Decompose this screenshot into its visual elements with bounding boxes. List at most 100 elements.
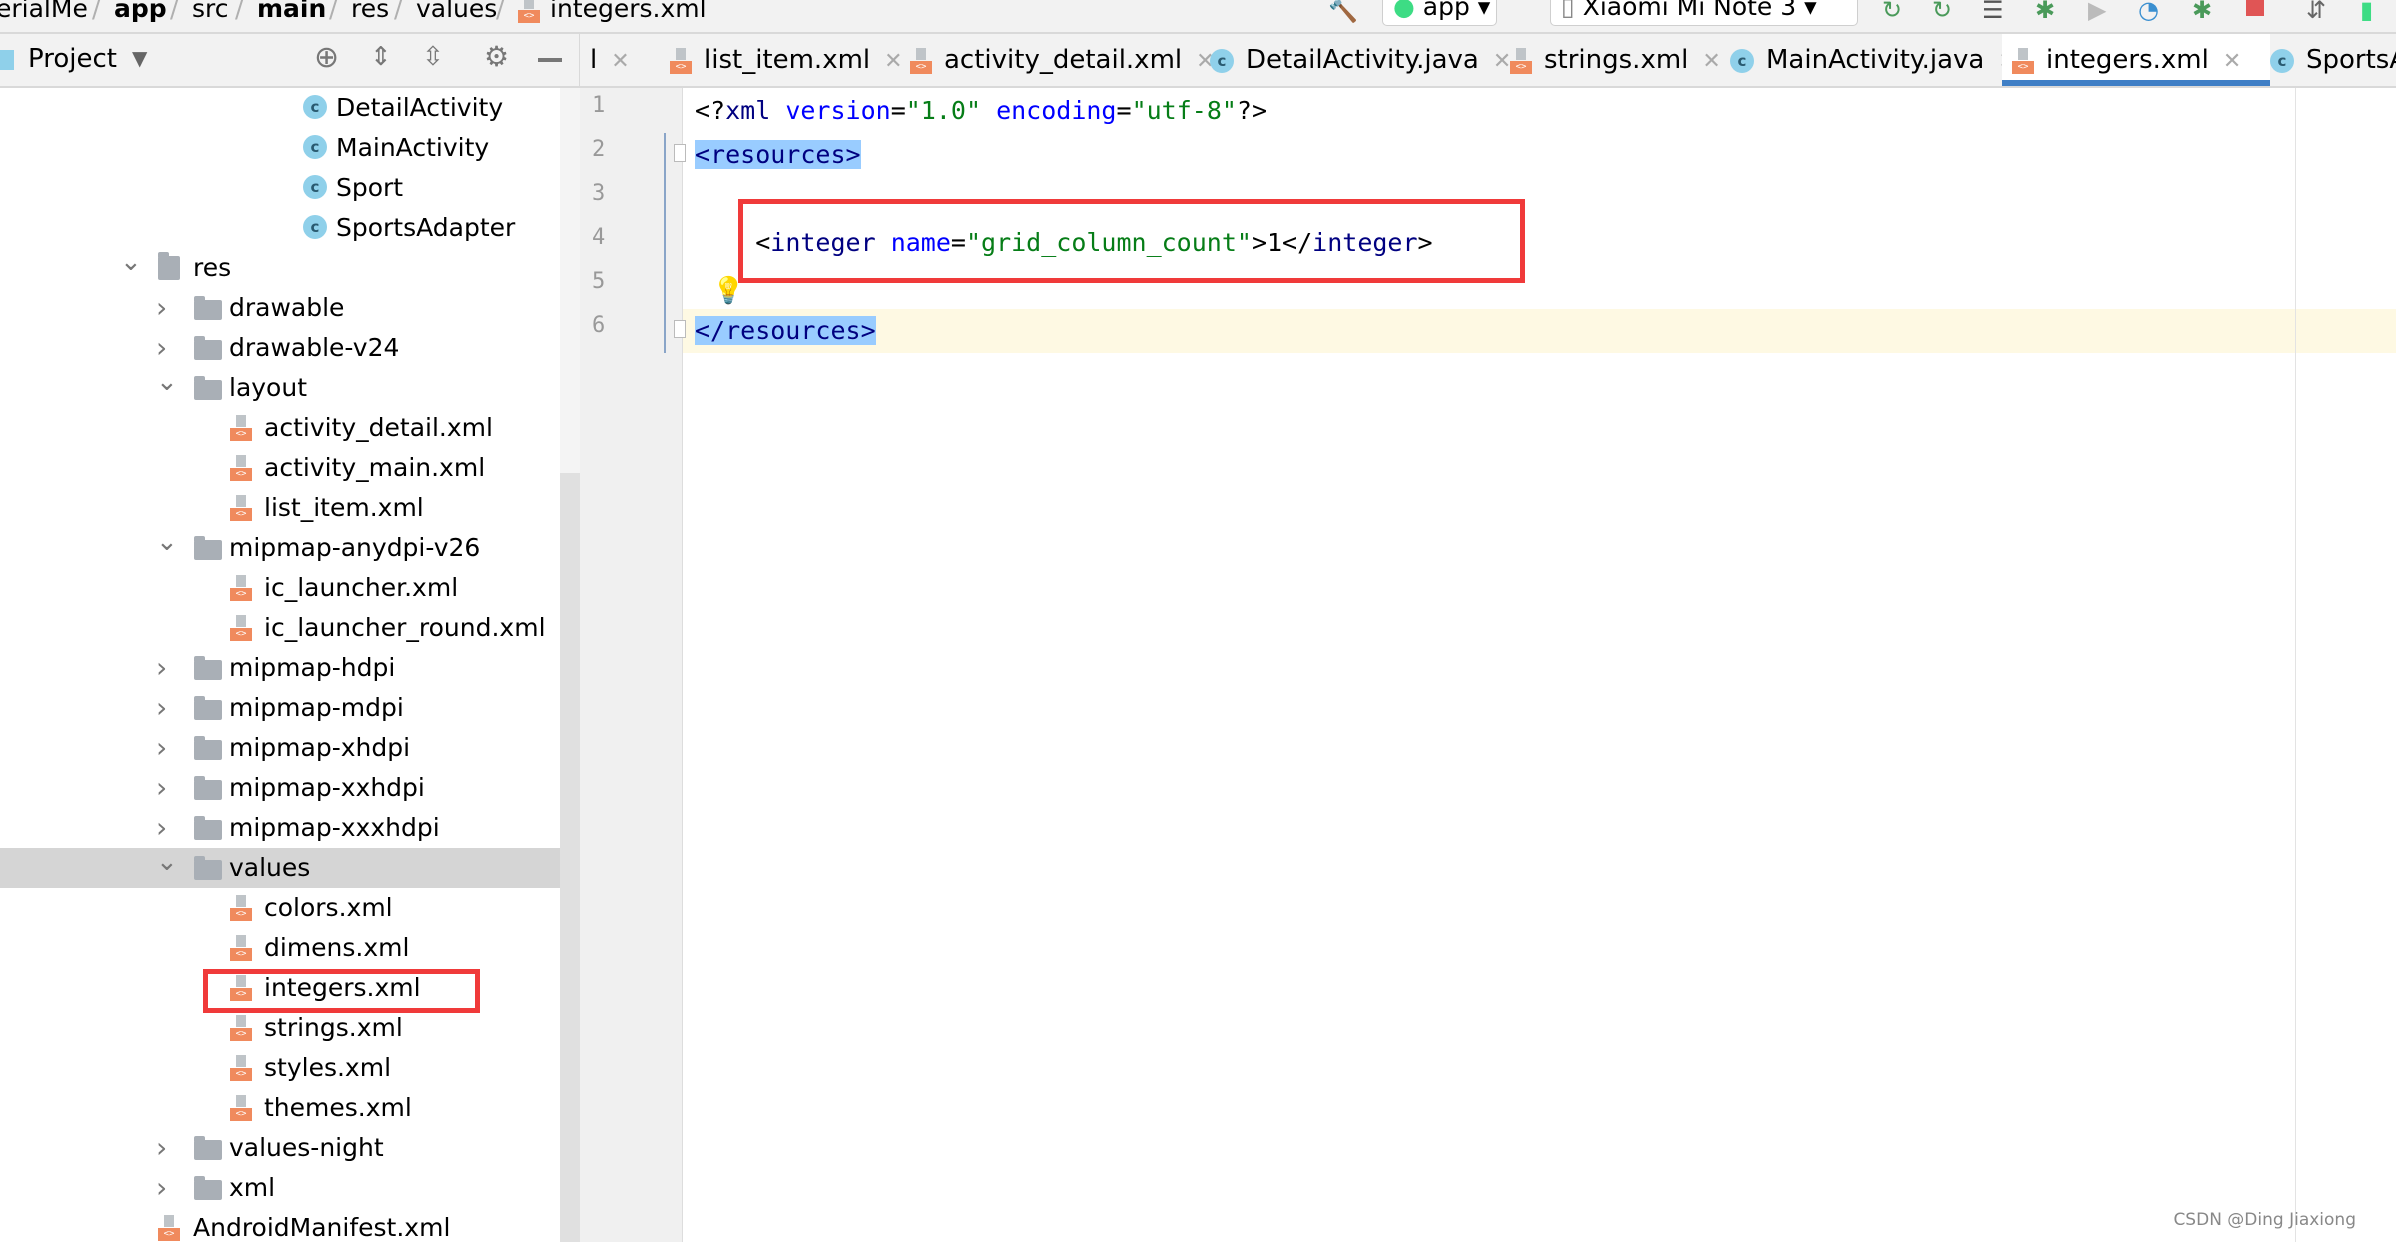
- tree-item-themes-xml[interactable]: themes.xml: [0, 1088, 560, 1128]
- tree-item-res[interactable]: ⌄ res: [0, 247, 560, 288]
- code-line[interactable]: <resources>: [695, 133, 861, 177]
- collapse-all-icon[interactable]: ⇳: [422, 42, 444, 72]
- breadcrumb-item[interactable]: values: [416, 0, 497, 23]
- tree-item-values[interactable]: ⌄ values: [0, 847, 560, 888]
- tree-item-mipmap-anydpi-v26[interactable]: ⌄ mipmap-anydpi-v26: [0, 527, 560, 568]
- tree-item-styles-xml[interactable]: styles.xml: [0, 1048, 560, 1088]
- project-tool-window-header: Project ▼ ⊕ ⇕ ⇳ ⚙: [0, 34, 580, 88]
- tree-item-colors-xml[interactable]: colors.xml: [0, 888, 560, 928]
- fold-marker-icon[interactable]: [674, 320, 686, 338]
- close-icon[interactable]: ✕: [611, 49, 629, 74]
- tree-item-mipmap-hdpi[interactable]: › mipmap-hdpi: [0, 648, 560, 688]
- breadcrumb-item[interactable]: integers.xml: [518, 0, 707, 23]
- chevron-right-icon[interactable]: ›: [156, 1128, 167, 1168]
- tab-strings-xml[interactable]: strings.xml ✕: [1500, 34, 1721, 86]
- breadcrumb-separator: /: [394, 0, 403, 23]
- chevron-down-icon[interactable]: ⌄: [156, 362, 178, 402]
- folder-icon: [194, 776, 222, 800]
- chevron-right-icon[interactable]: ›: [156, 1168, 167, 1208]
- close-icon[interactable]: ✕: [1702, 49, 1720, 74]
- breadcrumb-item[interactable]: res: [351, 0, 389, 23]
- attach-debugger-icon[interactable]: ✱: [2192, 0, 2212, 24]
- tree-item-activity_detail-xml[interactable]: activity_detail.xml: [0, 408, 560, 448]
- tab-mainactivity-java[interactable]: cMainActivity.java✕: [1720, 34, 2017, 86]
- chevron-down-icon[interactable]: ⌄: [120, 242, 142, 282]
- tree-item-activity_main-xml[interactable]: activity_main.xml: [0, 448, 560, 488]
- scrollbar-thumb[interactable]: [560, 473, 580, 1242]
- chevron-down-icon[interactable]: ⌄: [156, 842, 178, 882]
- scrollbar-track[interactable]: [560, 88, 580, 473]
- tree-item-label: mipmap-anydpi-v26: [229, 533, 481, 562]
- code-line[interactable]: <?xml version="1.0" encoding="utf-8"?>: [695, 89, 1267, 133]
- tab-integers-xml[interactable]: integers.xml ✕: [2002, 34, 2270, 86]
- avd-icon[interactable]: ▮: [2360, 0, 2373, 24]
- tree-item-dimens-xml[interactable]: dimens.xml: [0, 928, 560, 968]
- tree-item-sport[interactable]: c Sport: [0, 168, 560, 208]
- tab-label: MainActivity.java: [1766, 45, 1985, 75]
- tree-item-androidmanifest-xml[interactable]: AndroidManifest.xml: [0, 1208, 560, 1242]
- tree-item-label: strings.xml: [264, 1013, 403, 1042]
- tree-item-sportsadapter[interactable]: c SportsAdapter: [0, 208, 560, 248]
- tree-item-values-night[interactable]: › values-night: [0, 1128, 560, 1168]
- fold-marker-icon[interactable]: [674, 144, 686, 162]
- tree-item-mipmap-xxhdpi[interactable]: › mipmap-xxhdpi: [0, 768, 560, 808]
- hammer-icon[interactable]: 🔨: [1328, 0, 1358, 24]
- tree-item-mipmap-xhdpi[interactable]: › mipmap-xhdpi: [0, 728, 560, 768]
- breadcrumb-separator: /: [170, 0, 179, 23]
- sync-icon[interactable]: ⇵: [2306, 0, 2326, 24]
- tree-item-label: MainActivity: [336, 133, 490, 162]
- code-line[interactable]: </resources>: [695, 309, 876, 353]
- breadcrumb-item[interactable]: src: [192, 0, 229, 23]
- project-view-selector[interactable]: Project: [28, 44, 117, 74]
- tree-item-layout[interactable]: ⌄ layout: [0, 367, 560, 408]
- tree-item-label: SportsAdapter: [336, 213, 516, 242]
- chevron-right-icon[interactable]: ›: [156, 768, 167, 808]
- tree-item-label: mipmap-xxhdpi: [229, 773, 425, 802]
- hide-icon[interactable]: [538, 58, 562, 62]
- chevron-right-icon[interactable]: ›: [156, 648, 167, 688]
- tree-item-mipmap-xxxhdpi[interactable]: › mipmap-xxxhdpi: [0, 808, 560, 848]
- tab-detailactivity-java[interactable]: c DetailActivity.java ✕: [1200, 34, 1511, 86]
- stop-icon[interactable]: [2246, 0, 2264, 16]
- folder-icon: [194, 816, 222, 840]
- profiler-icon[interactable]: ◔: [2138, 0, 2159, 24]
- chevron-down-icon[interactable]: ⌄: [156, 522, 178, 562]
- locate-icon[interactable]: ⊕: [314, 40, 339, 75]
- folder-icon: [194, 1176, 222, 1200]
- device-dropdown[interactable]: ▯ Xiaomi Mi Note 3 ▾: [1550, 0, 1858, 26]
- chevron-right-icon[interactable]: ›: [156, 288, 167, 328]
- tab-l[interactable]: l ✕: [580, 34, 660, 86]
- breadcrumb-item[interactable]: erialMe: [0, 0, 88, 23]
- tree-item-ic_launcher-xml[interactable]: ic_launcher.xml: [0, 568, 560, 608]
- tree-item-mipmap-mdpi[interactable]: › mipmap-mdpi: [0, 688, 560, 728]
- tree-item-list_item-xml[interactable]: list_item.xml: [0, 488, 560, 528]
- tree-item-strings-xml[interactable]: strings.xml: [0, 1008, 560, 1048]
- apply-code-changes-icon[interactable]: ↻: [1932, 0, 1952, 24]
- logcat-icon[interactable]: ☰: [1982, 0, 2004, 24]
- breadcrumb-item[interactable]: app: [114, 0, 167, 23]
- tab-sportsac[interactable]: c SportsAc: [2260, 34, 2396, 86]
- tree-item-drawable-v24[interactable]: › drawable-v24: [0, 328, 560, 368]
- chevron-right-icon[interactable]: ›: [156, 728, 167, 768]
- tree-item-detailactivity[interactable]: c DetailActivity: [0, 88, 560, 128]
- apply-changes-icon[interactable]: ↻: [1882, 0, 1902, 24]
- tab-activity_detail-xml[interactable]: activity_detail.xml✕: [900, 34, 1215, 86]
- tree-item-mainactivity[interactable]: c MainActivity: [0, 128, 560, 168]
- breadcrumb-item[interactable]: main: [257, 0, 326, 23]
- debug-icon[interactable]: ✱: [2035, 0, 2055, 24]
- tree-item-drawable[interactable]: › drawable: [0, 288, 560, 328]
- expand-all-icon[interactable]: ⇕: [370, 42, 392, 72]
- chevron-right-icon[interactable]: ›: [156, 688, 167, 728]
- close-icon[interactable]: ✕: [2223, 49, 2241, 74]
- tab-list_item-xml[interactable]: list_item.xml✕: [660, 34, 903, 86]
- xml-file-icon: [230, 495, 252, 521]
- gear-icon[interactable]: ⚙: [484, 40, 509, 73]
- run-config-dropdown[interactable]: ● app ▾: [1382, 0, 1497, 26]
- tab-label: DetailActivity.java: [1246, 45, 1479, 75]
- tree-item-ic_launcher_round-xml[interactable]: ic_launcher_round.xml: [0, 608, 560, 648]
- folder-icon: [194, 376, 222, 400]
- tree-item-label: mipmap-hdpi: [229, 653, 396, 682]
- chevron-down-icon[interactable]: ▼: [132, 46, 147, 70]
- attach-icon[interactable]: ▶: [2088, 0, 2106, 24]
- tree-item-xml[interactable]: › xml: [0, 1168, 560, 1208]
